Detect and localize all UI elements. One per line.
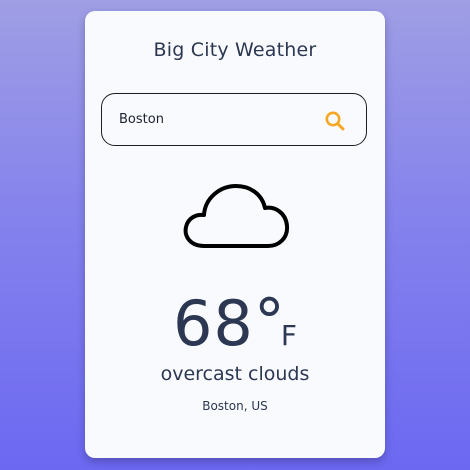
- temperature-value: 68: [172, 287, 254, 360]
- degree-symbol: °: [253, 285, 285, 358]
- location-label: Boston, US: [202, 399, 268, 413]
- weather-card: Big City Weather 68°F overcast clouds Bo…: [85, 11, 385, 458]
- app-title: Big City Weather: [153, 39, 317, 61]
- search-input[interactable]: [119, 108, 309, 130]
- search-bar: [101, 93, 367, 146]
- cloud-icon: [182, 178, 292, 252]
- weather-description: overcast clouds: [160, 363, 310, 385]
- search-icon[interactable]: [324, 110, 346, 132]
- temperature-display: 68°F: [85, 285, 385, 360]
